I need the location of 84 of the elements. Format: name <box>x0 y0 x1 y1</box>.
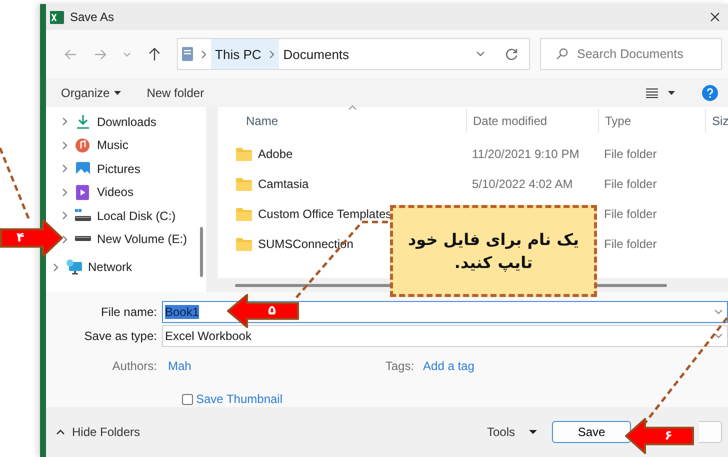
chevron-right-icon[interactable] <box>62 140 68 150</box>
sidebar-item[interactable]: Downloads <box>97 114 156 129</box>
dropdown-icon[interactable] <box>529 430 537 434</box>
folder-icon <box>236 208 252 220</box>
breadcrumb[interactable]: Documents <box>279 39 354 69</box>
close-icon[interactable] <box>710 12 720 22</box>
view-icon[interactable] <box>646 88 658 98</box>
window-title: Save As <box>70 10 116 24</box>
pc-icon <box>182 47 194 61</box>
pointer-arrow <box>227 294 299 328</box>
folder-icon <box>236 178 252 190</box>
search-icon <box>556 48 568 60</box>
field-label: File name: <box>100 305 158 319</box>
callout-text: یک نام برای فایل خود تایپ کنید. <box>406 228 580 274</box>
help-icon[interactable] <box>702 84 718 100</box>
breadcrumb[interactable]: This PC <box>211 39 266 69</box>
chevron-down-icon[interactable] <box>714 333 723 339</box>
sidebar-item[interactable]: Videos <box>97 185 134 200</box>
chevron-right-icon[interactable] <box>53 262 59 272</box>
chevron-right-icon[interactable] <box>62 117 68 126</box>
organize-button[interactable]: Organize <box>60 84 122 102</box>
excel-icon <box>50 10 64 24</box>
sort-caret-icon <box>348 105 357 110</box>
column-header[interactable]: Name <box>218 109 466 133</box>
checkbox[interactable] <box>182 394 193 404</box>
videos-icon <box>76 184 89 200</box>
column-header[interactable]: Date modified <box>466 109 598 133</box>
dropdown-icon[interactable] <box>668 90 675 94</box>
chevron-down-icon[interactable] <box>476 51 486 57</box>
save-button[interactable]: Save <box>552 421 631 443</box>
up-arrow-icon[interactable] <box>148 47 161 61</box>
chevron-up-icon[interactable] <box>56 429 65 435</box>
author-link[interactable]: Mah <box>168 359 192 373</box>
chevron-right-icon[interactable] <box>62 211 68 220</box>
sidebar-item[interactable]: Pictures <box>97 162 140 176</box>
refresh-icon[interactable] <box>505 48 518 60</box>
network-icon <box>66 259 82 275</box>
sidebar-item[interactable]: Local Disk (C:) <box>97 208 176 223</box>
pointer-arrow <box>625 418 694 454</box>
search-field[interactable]: Search Documents <box>540 38 722 70</box>
type-cell: File folder <box>604 147 657 161</box>
step-number: ۶ <box>664 430 672 442</box>
type-cell: File folder <box>604 207 657 221</box>
sidebar-item[interactable]: New Volume (E:) <box>97 232 188 246</box>
drive-icon <box>74 209 90 222</box>
file-type-dropdown[interactable]: Excel Workbook <box>162 325 728 347</box>
step-number: ۵ <box>268 304 276 318</box>
file-name: Custom Office Templates <box>258 207 392 221</box>
field-label: Tags: <box>385 359 414 373</box>
step-number: ۴ <box>16 232 24 244</box>
folder-icon <box>236 148 252 160</box>
checkbox-label[interactable]: Save Thumbnail <box>196 392 282 406</box>
file-name: SUMSConnection <box>258 237 354 251</box>
type-cell: File folder <box>604 177 657 191</box>
hide-folders-button[interactable]: Hide Folders <box>55 423 142 441</box>
field-label: Authors: <box>111 359 158 373</box>
sidebar-item[interactable]: Network <box>88 260 132 274</box>
type-cell: File folder <box>604 237 657 251</box>
sidebar-item[interactable]: Music <box>97 138 128 152</box>
date-cell: 5/10/2022 4:02 AM <box>472 177 573 191</box>
address-bar[interactable]: This PC Documents <box>177 38 530 70</box>
column-header[interactable]: Siz <box>705 109 728 133</box>
chevron-down-icon[interactable] <box>714 309 723 315</box>
chevron-right-icon[interactable] <box>62 164 68 174</box>
pointer-arrow <box>0 219 63 257</box>
chevron-right-icon[interactable] <box>201 50 208 58</box>
chevron-right-icon[interactable] <box>269 50 276 58</box>
scrollbar[interactable] <box>200 227 203 277</box>
add-tag-link[interactable]: Add a tag <box>423 359 474 373</box>
field-label: Save as type: <box>83 329 158 343</box>
tools-button[interactable]: Tools <box>486 423 538 441</box>
download-icon <box>76 114 90 130</box>
chevron-right-icon[interactable] <box>62 234 68 244</box>
music-icon <box>75 138 90 153</box>
new-folder-button[interactable]: New folder <box>146 84 206 102</box>
dropdown-icon[interactable] <box>114 90 121 94</box>
file-name: Adobe <box>258 147 293 161</box>
pictures-icon <box>76 162 90 176</box>
chevron-right-icon[interactable] <box>62 188 68 197</box>
file-name: Camtasia <box>258 177 309 191</box>
folder-icon <box>236 238 252 250</box>
column-header[interactable]: Type <box>598 109 705 133</box>
date-cell: 11/20/2021 9:10 PM <box>472 147 580 161</box>
drive-icon <box>74 236 90 242</box>
